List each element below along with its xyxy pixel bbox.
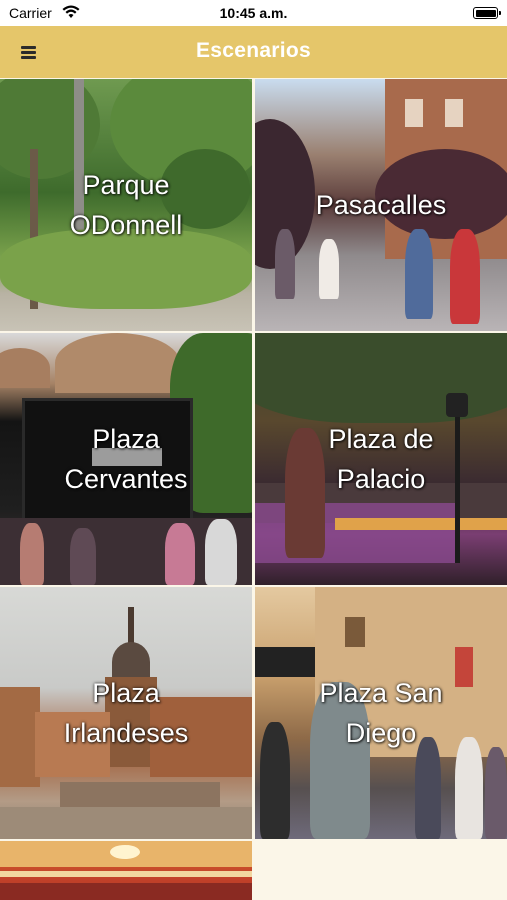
battery-icon <box>473 7 501 19</box>
scenario-tile-plaza-de-palacio[interactable]: Plaza de Palacio <box>255 333 507 585</box>
scenario-grid: Parque ODonnell Pasacalles Plaza Cervant… <box>0 79 507 900</box>
scenario-tile-plaza-cervantes[interactable]: Plaza Cervantes <box>0 333 252 585</box>
scenario-label: Plaza Cervantes <box>64 424 188 494</box>
scenario-tile-parque-odonnell[interactable]: Parque ODonnell <box>0 79 252 331</box>
scenario-tile-plaza-irlandeses[interactable]: Plaza Irlandeses <box>0 587 252 839</box>
status-bar: Carrier 10:45 a.m. <box>0 0 507 26</box>
nav-bar: Escenarios <box>0 26 507 78</box>
scenario-tile-plaza-san-diego[interactable]: Plaza San Diego <box>255 587 507 839</box>
scenario-label: Plaza de Palacio <box>328 424 434 494</box>
scenario-label: Plaza Irlandeses <box>63 678 189 748</box>
scenario-image <box>0 841 252 900</box>
scenario-label: Pasacalles <box>315 190 447 220</box>
scenario-label: Parque ODonnell <box>69 170 183 240</box>
scenario-tile-pasacalles[interactable]: Pasacalles <box>255 79 507 331</box>
scenario-tile-partial[interactable] <box>0 841 252 900</box>
page-title: Escenarios <box>195 39 312 62</box>
status-time: 10:45 a.m. <box>219 5 288 21</box>
scenario-label: Plaza San Diego <box>319 678 443 748</box>
